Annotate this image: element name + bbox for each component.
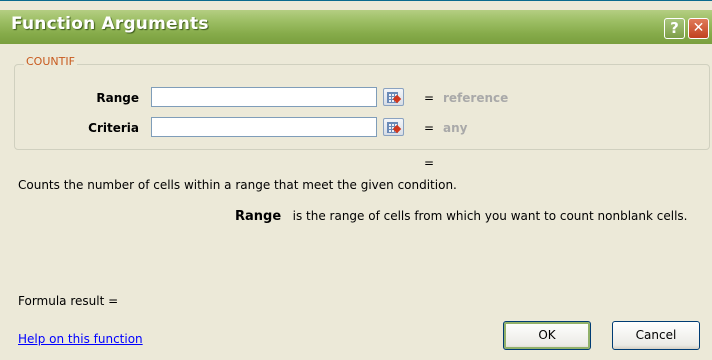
function-arguments-dialog: Function Arguments ? ✕ COUNTIF Range = r… bbox=[0, 0, 712, 360]
title-bar[interactable]: Function Arguments ? ✕ bbox=[0, 10, 712, 44]
argument-help-name: Range bbox=[235, 209, 282, 224]
help-button[interactable]: ? bbox=[664, 18, 685, 39]
help-icon: ? bbox=[670, 19, 679, 37]
ok-button[interactable]: OK bbox=[503, 321, 591, 350]
help-on-function-link[interactable]: Help on this function bbox=[18, 332, 143, 346]
argument-help: Range is the range of cells from which y… bbox=[235, 209, 687, 224]
argument-help-text: is the range of cells from which you wan… bbox=[292, 209, 688, 223]
function-result-equals: = bbox=[424, 156, 435, 170]
criteria-result: any bbox=[443, 121, 468, 135]
range-collapse-button[interactable] bbox=[383, 88, 404, 106]
function-name: COUNTIF bbox=[24, 55, 77, 68]
arguments-group bbox=[14, 64, 710, 150]
window-title: Function Arguments bbox=[11, 14, 209, 34]
close-button[interactable]: ✕ bbox=[688, 18, 709, 39]
cancel-button[interactable]: Cancel bbox=[612, 321, 700, 350]
range-result: reference bbox=[443, 91, 509, 105]
criteria-equals: = bbox=[424, 121, 435, 135]
formula-result-label: Formula result = bbox=[18, 294, 119, 308]
criteria-label: Criteria bbox=[88, 121, 139, 135]
criteria-collapse-button[interactable] bbox=[383, 118, 404, 136]
range-label: Range bbox=[96, 91, 139, 105]
criteria-input[interactable] bbox=[151, 117, 377, 137]
close-icon: ✕ bbox=[692, 20, 705, 36]
range-input[interactable] bbox=[151, 87, 377, 107]
function-description: Counts the number of cells within a rang… bbox=[18, 178, 457, 192]
range-equals: = bbox=[424, 91, 435, 105]
